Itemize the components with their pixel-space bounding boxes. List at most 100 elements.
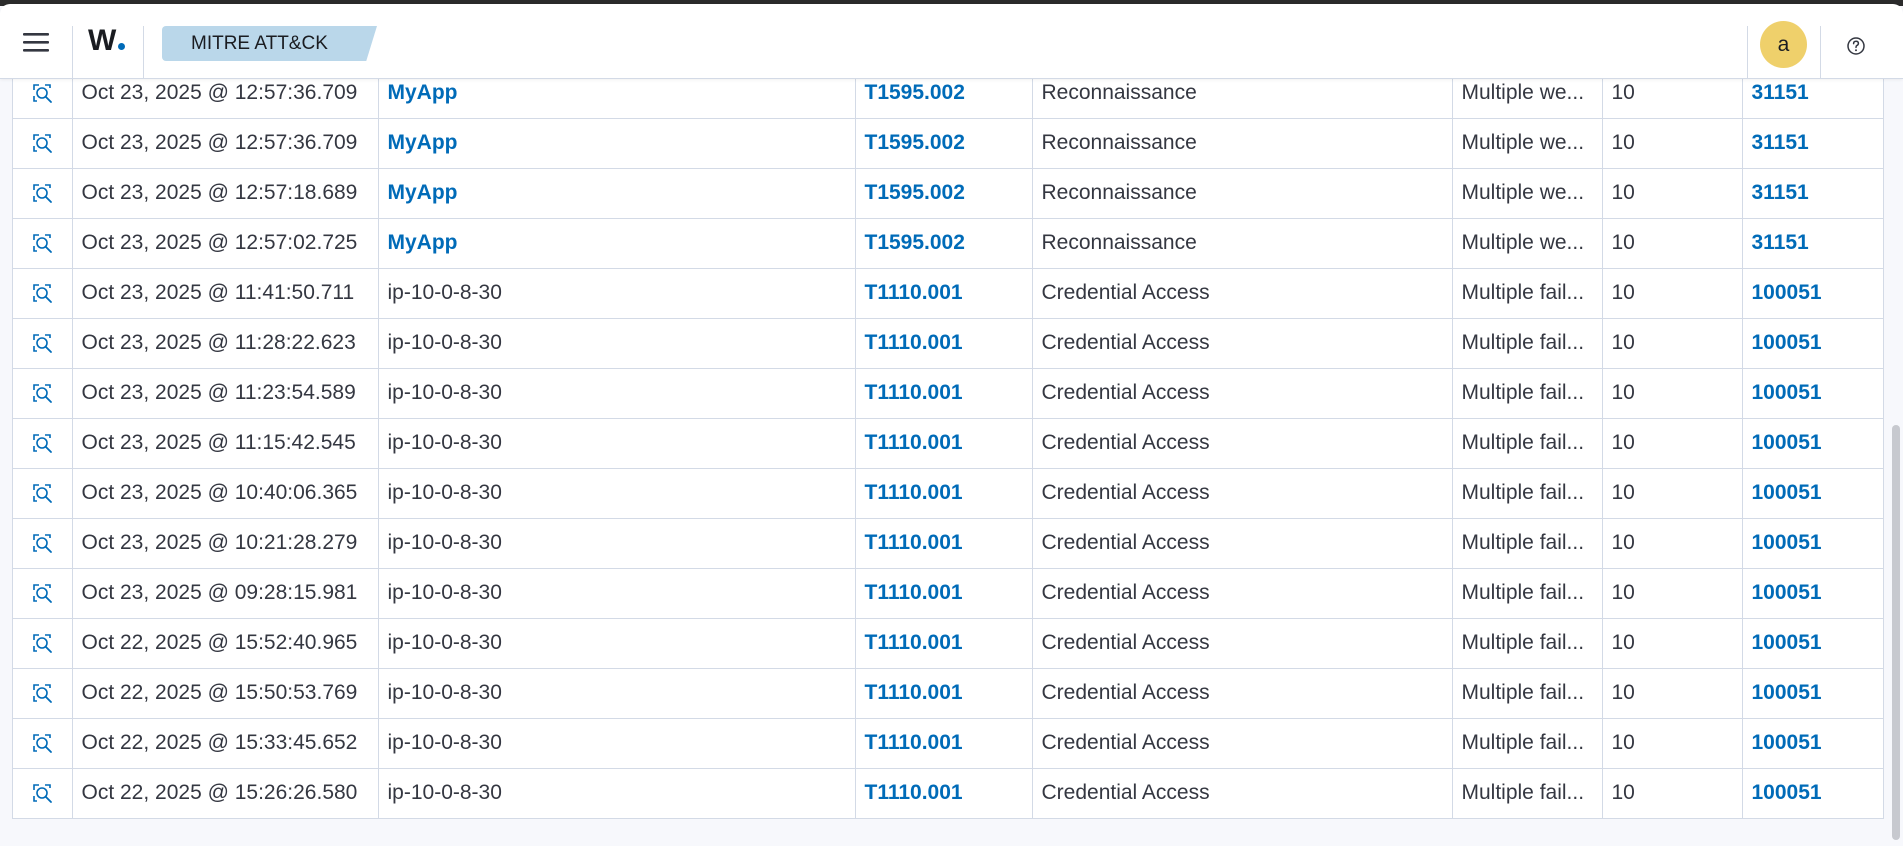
- inspect-document-button[interactable]: [28, 579, 56, 607]
- description-text: Multiple fail...: [1461, 581, 1585, 604]
- cell-description: Multiple fail...: [1452, 268, 1603, 319]
- technique-id-link[interactable]: T1110.001: [865, 531, 963, 554]
- technique-id-link[interactable]: T1110.001: [865, 581, 963, 604]
- cell-level: 10: [1602, 768, 1743, 818]
- agent-name: ip-10-0-8-30: [387, 531, 502, 554]
- agent-name: ip-10-0-8-30: [387, 431, 502, 454]
- rule-id-link[interactable]: 31151: [1752, 81, 1809, 104]
- timestamp-text: Oct 23, 2025 @ 11:41:50.711: [81, 281, 355, 304]
- inspect-document-button[interactable]: [28, 479, 56, 507]
- inspect-document-button[interactable]: [28, 79, 56, 107]
- technique-id-link[interactable]: T1595.002: [865, 181, 965, 204]
- description-text: Multiple fail...: [1461, 681, 1585, 704]
- agent-name-link[interactable]: MyApp: [388, 181, 458, 204]
- description-text: Multiple fail...: [1461, 631, 1585, 654]
- technique-id-link[interactable]: T1110.001: [865, 481, 963, 504]
- header-divider: [1820, 26, 1821, 78]
- tactic-text: Credential Access: [1041, 531, 1210, 554]
- scrollbar-thumb[interactable]: [1892, 425, 1900, 840]
- technique-id-link[interactable]: T1110.001: [865, 681, 963, 704]
- inspect-document-button[interactable]: [28, 329, 56, 357]
- timestamp-text: Oct 22, 2025 @ 15:52:40.965: [81, 631, 358, 654]
- technique-id-link[interactable]: T1110.001: [865, 731, 963, 754]
- breadcrumb-label: MITRE ATT&CK: [191, 32, 328, 54]
- rule-id-link[interactable]: 31151: [1752, 131, 1809, 154]
- agent-name-link[interactable]: MyApp: [388, 231, 458, 254]
- rule-id-link[interactable]: 100051: [1752, 431, 1822, 454]
- inspect-document-button[interactable]: [28, 279, 56, 307]
- cell-technique: T1110.001: [855, 568, 1033, 619]
- rule-id-link[interactable]: 100051: [1752, 781, 1822, 804]
- technique-id-link[interactable]: T1110.001: [865, 431, 963, 454]
- inspect-cell: [13, 168, 73, 219]
- rule-id-link[interactable]: 100051: [1752, 731, 1822, 754]
- rule-id-link[interactable]: 31151: [1752, 231, 1809, 254]
- cell-level: 10: [1602, 268, 1743, 319]
- technique-id-link[interactable]: T1110.001: [865, 281, 963, 304]
- level-text: 10: [1611, 481, 1635, 504]
- timestamp-text: Oct 23, 2025 @ 09:28:15.981: [81, 581, 358, 604]
- inspect-document-button[interactable]: [28, 679, 56, 707]
- technique-id-link[interactable]: T1595.002: [865, 231, 965, 254]
- cell-timestamp: Oct 23, 2025 @ 12:57:02.725: [72, 218, 379, 269]
- rule-id-link[interactable]: 100051: [1752, 631, 1822, 654]
- level-text: 10: [1611, 431, 1635, 454]
- user-avatar[interactable]: a: [1760, 21, 1807, 68]
- inspect-icon: [33, 534, 53, 553]
- inspect-document-button[interactable]: [28, 429, 56, 457]
- technique-id-link[interactable]: T1595.002: [865, 131, 965, 154]
- header-divider: [143, 26, 144, 78]
- inspect-document-button[interactable]: [28, 779, 56, 807]
- help-button[interactable]: [1840, 30, 1872, 62]
- technique-id-link[interactable]: T1110.001: [865, 381, 963, 404]
- agent-name-link[interactable]: MyApp: [388, 81, 458, 104]
- level-text: 10: [1611, 381, 1635, 404]
- cell-rule-id: 100051: [1742, 368, 1883, 419]
- cell-description: Multiple we...: [1452, 218, 1603, 269]
- inspect-document-button[interactable]: [28, 379, 56, 407]
- cell-agent: ip-10-0-8-30: [378, 768, 856, 818]
- rule-id-link[interactable]: 100051: [1752, 531, 1822, 554]
- cell-rule-id: 31151: [1742, 218, 1883, 269]
- menu-button[interactable]: [12, 18, 60, 66]
- technique-id-link[interactable]: T1110.001: [865, 331, 963, 354]
- rule-id-link[interactable]: 100051: [1752, 381, 1822, 404]
- inspect-document-button[interactable]: [28, 729, 56, 757]
- inspect-document-button[interactable]: [28, 629, 56, 657]
- description-text: Multiple we...: [1461, 181, 1585, 204]
- technique-id-link[interactable]: T1110.001: [865, 781, 963, 804]
- inspect-document-button[interactable]: [28, 229, 56, 257]
- cell-technique: T1110.001: [855, 468, 1033, 519]
- rule-id-link[interactable]: 100051: [1752, 481, 1822, 504]
- app-logo[interactable]: W: [88, 26, 126, 56]
- technique-id-link[interactable]: T1595.002: [865, 81, 965, 104]
- cell-description: Multiple fail...: [1452, 668, 1603, 719]
- cell-technique: T1110.001: [855, 668, 1033, 719]
- description-text: Multiple we...: [1461, 231, 1585, 254]
- rule-id-link[interactable]: 100051: [1752, 581, 1822, 604]
- timestamp-text: Oct 23, 2025 @ 12:57:36.709: [81, 131, 358, 154]
- table-row: Oct 23, 2025 @ 12:57:02.725 MyApp T1595.…: [13, 218, 1883, 269]
- table-row: Oct 22, 2025 @ 15:52:40.965 ip-10-0-8-30…: [13, 618, 1883, 669]
- inspect-document-button[interactable]: [28, 129, 56, 157]
- events-table: Oct 23, 2025 @ 12:57:36.709 MyApp T1595.…: [13, 68, 1883, 818]
- breadcrumb-mitre[interactable]: MITRE ATT&CK: [162, 26, 377, 61]
- rule-id-link[interactable]: 100051: [1752, 331, 1822, 354]
- rule-id-link[interactable]: 100051: [1752, 681, 1822, 704]
- description-text: Multiple we...: [1461, 131, 1585, 154]
- technique-id-link[interactable]: T1110.001: [865, 631, 963, 654]
- agent-name-link[interactable]: MyApp: [388, 131, 458, 154]
- rule-id-link[interactable]: 100051: [1752, 281, 1822, 304]
- inspect-icon: [33, 484, 53, 503]
- description-text: Multiple fail...: [1461, 331, 1585, 354]
- inspect-icon: [33, 384, 53, 403]
- timestamp-text: Oct 23, 2025 @ 12:57:18.689: [81, 181, 358, 204]
- cell-level: 10: [1602, 218, 1743, 269]
- rule-id-link[interactable]: 31151: [1752, 181, 1809, 204]
- inspect-cell: [13, 668, 73, 719]
- inspect-document-button[interactable]: [28, 179, 56, 207]
- inspect-document-button[interactable]: [28, 529, 56, 557]
- cell-tactic: Reconnaissance: [1032, 218, 1453, 269]
- timestamp-text: Oct 23, 2025 @ 12:57:02.725: [81, 231, 358, 254]
- level-text: 10: [1611, 681, 1635, 704]
